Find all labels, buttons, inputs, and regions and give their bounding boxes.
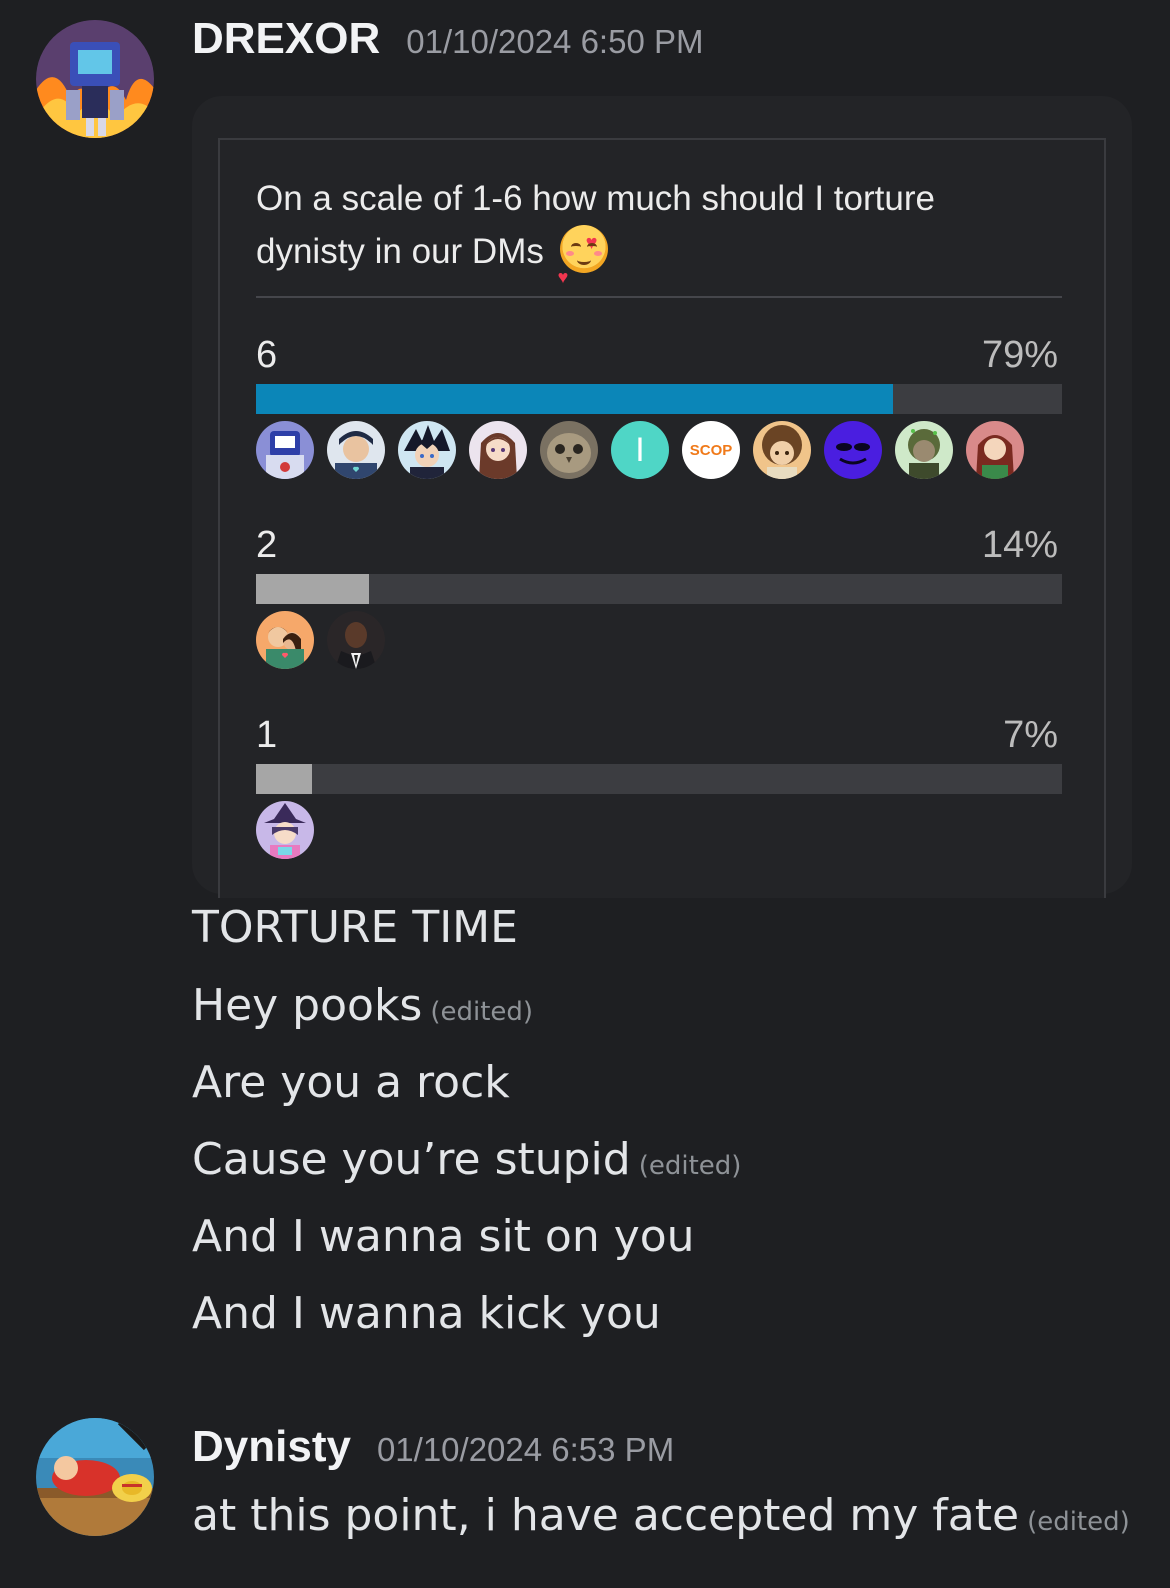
message-text: at this point, i have accepted my fate [192, 1490, 1020, 1541]
message-text: And I wanna kick you [192, 1288, 661, 1339]
message-line: TORTURE TIME [192, 902, 518, 953]
poll-bar-track [256, 574, 1062, 604]
letter-i-text: I [635, 430, 645, 469]
poll-bar-fill [256, 384, 893, 414]
poll-option-percent: 79% [981, 334, 1058, 376]
edited-label: (edited) [638, 1151, 742, 1181]
witch-girl-voter-icon[interactable] [256, 801, 314, 859]
poll-bar-track [256, 764, 1062, 794]
message-text: Are you a rock [192, 1057, 510, 1108]
message-text: Cause you’re stupid [192, 1134, 631, 1185]
poll-bar-fill [256, 764, 313, 794]
poll-question: On a scale of 1-6 how much should I tort… [256, 172, 1016, 304]
message-text: TORTURE TIME [192, 902, 518, 953]
message-line: at this point, i have accepted my fate (e… [192, 1490, 1130, 1541]
poll-option-label: 1 [256, 714, 278, 756]
owl-photo-voter-icon[interactable] [540, 421, 598, 479]
username[interactable]: DREXOR [192, 14, 380, 64]
message-header: DREXOR 01/10/2024 6:50 PM [192, 14, 703, 64]
message-group-drexor: DREXOR 01/10/2024 6:50 PM On a scale of … [0, 0, 1170, 1380]
voter-avatars [256, 801, 314, 859]
robot-voter-icon[interactable] [256, 421, 314, 479]
message-line: And I wanna sit on you [192, 1211, 695, 1262]
purple-alien-voter-icon[interactable] [824, 421, 882, 479]
message-text: And I wanna sit on you [192, 1211, 695, 1262]
green-hair-voter-icon[interactable] [895, 421, 953, 479]
username[interactable]: Dynisty [192, 1422, 351, 1472]
poll-option-label: 6 [256, 334, 278, 376]
edited-label: (edited) [1027, 1507, 1130, 1537]
timestamp: 01/10/2024 6:53 PM [376, 1431, 675, 1468]
message-header: Dynisty 01/10/2024 6:53 PM [192, 1422, 674, 1472]
letter-i-voter-icon[interactable]: I [611, 421, 669, 479]
anime-dark-voter-icon[interactable] [398, 421, 456, 479]
poll-option-percent: 14% [981, 524, 1058, 566]
red-hair-voter-icon[interactable] [966, 421, 1024, 479]
smiling-face-with-hearts-icon [558, 217, 608, 304]
curly-hair-voter-icon[interactable] [753, 421, 811, 479]
hugging-couple-voter-icon[interactable] [256, 611, 314, 669]
message-text: Hey pooks [192, 980, 423, 1031]
message-line: Cause you’re stupid (edited) [192, 1134, 741, 1185]
poll-bar-fill [256, 574, 369, 604]
scop-text: SCOP [689, 441, 733, 459]
poll-bar-track [256, 384, 1062, 414]
message-line: And I wanna kick you [192, 1288, 661, 1339]
robot-avatar-icon [36, 20, 154, 138]
scop-voter-icon[interactable]: SCOP [682, 421, 740, 479]
poll-divider [256, 296, 1062, 298]
user-avatar[interactable] [36, 1418, 154, 1536]
voter-avatars [256, 611, 385, 669]
edited-label: (edited) [430, 997, 534, 1027]
message-group-dynisty: Dynisty 01/10/2024 6:53 PM at this point… [0, 1400, 1170, 1588]
timestamp: 01/10/2024 6:50 PM [406, 23, 704, 60]
anime-girl-voter-icon[interactable] [469, 421, 527, 479]
voter-avatars: I SCOP [256, 421, 1024, 479]
message-line: Are you a rock [192, 1057, 510, 1108]
straw-hat-avatar-icon [36, 1418, 154, 1536]
man-suit-voter-icon[interactable] [327, 611, 385, 669]
boy-heart-voter-icon[interactable] [327, 421, 385, 479]
message-line: Hey pooks (edited) [192, 980, 533, 1031]
user-avatar[interactable] [36, 20, 154, 138]
poll-option-label: 2 [256, 524, 278, 566]
poll-option-percent: 7% [1003, 714, 1058, 756]
